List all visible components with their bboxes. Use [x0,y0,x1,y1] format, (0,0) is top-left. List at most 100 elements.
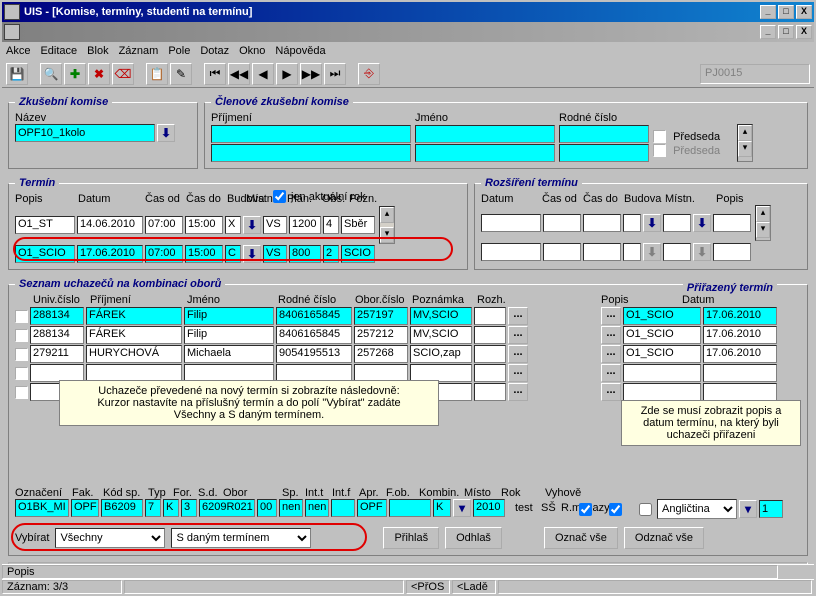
row-checkbox[interactable] [15,310,28,323]
add-icon[interactable]: ✚ [64,63,86,85]
roz-do[interactable] [583,214,621,232]
s-rc[interactable]: 8406165845 [276,307,352,325]
s-pozn[interactable]: MV,SCIO [410,326,472,344]
rm-checkbox[interactable] [639,503,652,516]
p-detail-button[interactable]: ... [601,345,621,363]
clenove-scroll-down[interactable]: ▾ [738,141,752,157]
s-pozn[interactable]: MV,SCIO [410,307,472,325]
termin-do[interactable]: 15:00 [185,245,223,263]
termin-do[interactable]: 15:00 [185,216,223,234]
termin-bud[interactable]: C [225,245,241,263]
s-uc[interactable]: 288134 [30,307,84,325]
misto-lov[interactable]: ▾ [453,499,471,517]
pr-input[interactable] [759,500,783,518]
p-detail-button[interactable]: ... [601,383,621,401]
roz-popis[interactable] [713,214,751,232]
s-rozh[interactable] [474,383,506,401]
query-icon[interactable]: 🔍 [40,63,62,85]
termin-od[interactable]: 07:00 [145,216,183,234]
s-pr[interactable]: FÁREK [86,326,182,344]
save-icon[interactable]: 💾 [6,63,28,85]
d-val-5[interactable]: 3 [181,499,197,517]
child-maximize-button[interactable]: □ [778,25,794,39]
p-detail-button[interactable]: ... [601,326,621,344]
s-jm[interactable]: Filip [184,307,274,325]
clenove-scroll-up[interactable]: ▴ [738,125,752,141]
minimize-button[interactable]: _ [760,5,776,19]
aktualni-checkbox[interactable] [273,190,286,203]
termin-pozn[interactable]: Sběr [341,216,375,234]
d-val-8[interactable]: nen [279,499,303,517]
d-val-11[interactable]: OPF [357,499,387,517]
p-popis[interactable] [623,383,701,401]
d-val-1[interactable]: OPF [71,499,99,517]
row-checkbox[interactable] [15,348,28,361]
termin-bud-lov[interactable]: ⬇ [243,245,261,263]
predseda-1-checkbox[interactable] [653,130,666,143]
clen-prijmeni-1[interactable] [211,125,411,143]
close-button[interactable]: X [796,5,812,19]
row-checkbox[interactable] [15,386,28,399]
vybirat-select-2[interactable]: S daným termínem [171,528,311,548]
s-pozn[interactable]: SCIO,zap [410,345,472,363]
roz-scroll-up[interactable]: ▴ [756,206,770,222]
menu-napoveda[interactable]: Nápověda [275,45,325,57]
p-popis[interactable]: O1_SCIO [623,345,701,363]
roz-scroll-down[interactable]: ▾ [756,222,770,238]
menu-editace[interactable]: Editace [40,45,77,57]
termin-pozn[interactable]: SCIO [341,245,375,263]
d-val-13[interactable]: K [433,499,451,517]
roz-mistn-2[interactable] [663,243,691,261]
first-icon[interactable]: ⏮ [204,63,226,85]
s-detail-button[interactable]: ... [508,326,528,344]
menu-dotaz[interactable]: Dotaz [200,45,229,57]
s-uc[interactable]: 288134 [30,326,84,344]
s-rozh[interactable] [474,364,506,382]
row-checkbox[interactable] [15,367,28,380]
vybirat-select-1[interactable]: Všechny [55,528,165,548]
clen-jmeno-2[interactable] [415,144,555,162]
nazev-input[interactable] [15,124,155,142]
roz-bud[interactable] [623,214,641,232]
oznac-button[interactable]: Označ vše [544,527,618,549]
p-popis[interactable]: O1_SCIO [623,326,701,344]
d-val-10[interactable] [331,499,355,517]
jazyk-lov[interactable]: ▾ [739,500,757,518]
s-jm[interactable]: Michaela [184,345,274,363]
s-oc[interactable]: 257212 [354,326,408,344]
p-popis[interactable] [623,364,701,382]
termin-obs[interactable]: 2 [323,245,339,263]
termin-popis[interactable]: O1_ST [15,216,75,234]
s-rozh[interactable] [474,345,506,363]
p-datum[interactable] [703,383,777,401]
exit-icon[interactable]: ⎆ [358,63,380,85]
termin-scroll-up[interactable]: ▴ [380,207,394,223]
ss-checkbox[interactable] [609,503,622,516]
clen-rodne-2[interactable] [559,144,649,162]
odhlas-button[interactable]: Odhlaš [445,527,502,549]
prev-block-icon[interactable]: ◀◀ [228,63,250,85]
s-rc[interactable]: 8406165845 [276,326,352,344]
termin-bud-lov[interactable]: ⬇ [243,216,261,234]
s-rc[interactable]: 9054195513 [276,345,352,363]
s-jm[interactable]: Filip [184,326,274,344]
d-val-9[interactable]: nen [305,499,329,517]
s-detail-button[interactable]: ... [508,307,528,325]
termin-popis[interactable]: O1_SCIO [15,245,75,263]
termin-mistn[interactable]: VS [263,245,287,263]
d-val-0[interactable]: O1BK_MI [15,499,69,517]
s-pr[interactable]: HURYCHOVÁ [86,345,182,363]
termin-obs[interactable]: 4 [323,216,339,234]
s-uc[interactable]: 279211 [30,345,84,363]
note-icon[interactable]: ✎ [170,63,192,85]
roz-do-2[interactable] [583,243,621,261]
child-close-button[interactable]: X [796,25,812,39]
s-rozh[interactable] [474,326,506,344]
roz-datum[interactable] [481,214,541,232]
termin-datum[interactable]: 17.06.2010 [77,245,143,263]
menu-blok[interactable]: Blok [87,45,108,57]
roz-mistn[interactable] [663,214,691,232]
last-icon[interactable]: ⏭ [324,63,346,85]
d-val-6[interactable]: 6209R021 [199,499,255,517]
test-checkbox[interactable] [579,503,592,516]
